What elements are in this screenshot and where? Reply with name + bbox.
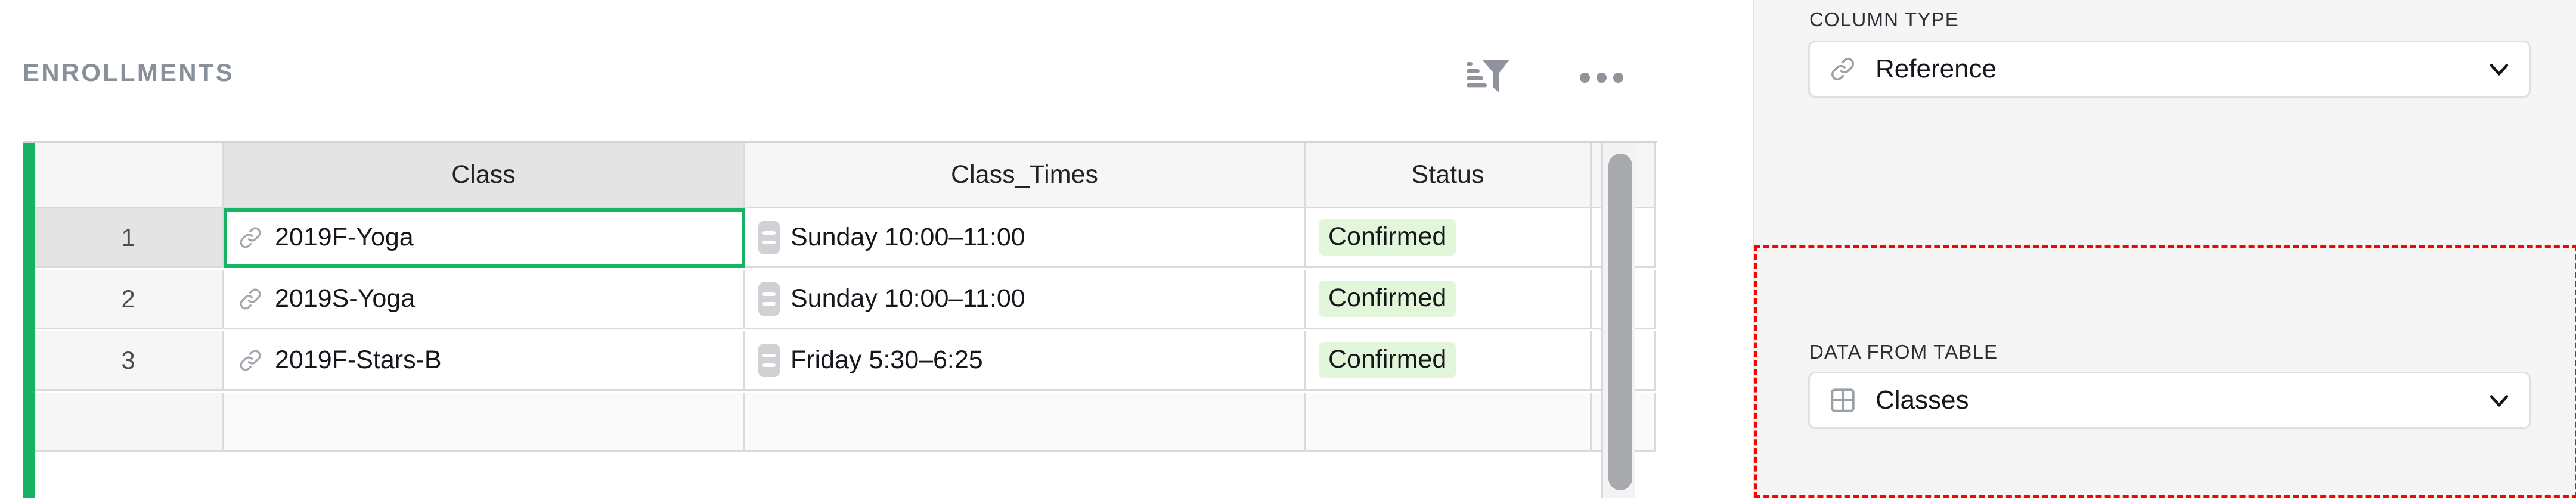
status-badge: Confirmed <box>1319 219 1456 256</box>
menu-dot <box>1596 72 1607 83</box>
widget-header: ENROLLMENTS <box>0 48 1717 101</box>
chevron-down-icon <box>2490 395 2509 407</box>
column-type-value: Reference <box>1876 54 1997 83</box>
cell-class[interactable]: 2019S-Yoga <box>224 270 745 329</box>
table-row[interactable]: 3 2019F-Stars-B Friday 5:30–6:25 Confirm <box>35 331 1657 391</box>
status-badge: Confirmed <box>1319 342 1456 378</box>
column-header-class-times[interactable]: Class_Times <box>745 143 1306 208</box>
table-row[interactable] <box>35 393 1657 452</box>
cell-class-times-text: Friday 5:30–6:25 <box>791 346 983 374</box>
chevron-down-icon <box>2490 64 2509 76</box>
cell-class[interactable]: 2019F-Yoga <box>224 208 745 268</box>
row-number[interactable] <box>35 393 224 452</box>
choice-list-icon <box>758 343 780 377</box>
cell-status[interactable]: Confirmed <box>1306 331 1592 391</box>
column-header-status[interactable]: Status <box>1306 143 1592 208</box>
cell-class-times-text: Sunday 10:00–11:00 <box>791 223 1025 251</box>
cell-class-text: 2019S-Yoga <box>275 284 416 313</box>
sort-filter-icon[interactable] <box>1461 50 1515 105</box>
cell-status[interactable]: Confirmed <box>1306 208 1592 268</box>
enrollments-widget: ENROLLMENTS Class Class_Times Status 1 2… <box>0 0 1753 498</box>
menu-dot <box>1579 72 1590 83</box>
screenshot-root: ENROLLMENTS Class Class_Times Status 1 2… <box>0 0 2576 498</box>
link-icon <box>240 350 261 371</box>
cell-class-times-text: Sunday 10:00–11:00 <box>791 284 1025 313</box>
cell-class-times[interactable]: Friday 5:30–6:25 <box>745 331 1306 391</box>
more-options-icon[interactable] <box>1574 50 1629 105</box>
cell-class-times[interactable]: Sunday 10:00–11:00 <box>745 208 1306 268</box>
data-from-table-section: DATA FROM TABLE Classes <box>1754 245 2576 498</box>
vertical-scrollbar[interactable] <box>1601 141 1635 498</box>
row-number[interactable]: 1 <box>35 208 224 268</box>
row-number[interactable]: 2 <box>35 270 224 329</box>
choice-list-icon <box>758 220 780 254</box>
cell-class-times[interactable]: Sunday 10:00–11:00 <box>745 270 1306 329</box>
link-icon <box>240 288 261 309</box>
cell-status[interactable]: Confirmed <box>1306 270 1592 329</box>
widget-active-rail <box>23 143 35 498</box>
header-rownum <box>35 143 224 208</box>
column-inspector-panel: COLUMN TYPE Reference DATA FROM TABLE Cl… <box>1753 0 2576 498</box>
cell-class[interactable] <box>224 393 745 452</box>
cell-class-text: 2019F-Stars-B <box>275 346 442 374</box>
column-type-dropdown[interactable]: Reference <box>1808 41 2531 98</box>
data-from-table-label: DATA FROM TABLE <box>1809 341 1998 363</box>
link-icon <box>240 227 261 248</box>
cell-class-times[interactable] <box>745 393 1306 452</box>
grid-inner: Class Class_Times Status 1 2019F-Yoga Su… <box>35 143 1657 498</box>
table-row[interactable]: 2 2019S-Yoga Sunday 10:00–11:00 Confirme <box>35 270 1657 329</box>
grid-header-row: Class Class_Times Status <box>35 143 1657 208</box>
scrollbar-thumb[interactable] <box>1608 154 1632 490</box>
cell-class-text: 2019F-Yoga <box>275 223 414 251</box>
column-header-class[interactable]: Class <box>224 143 745 208</box>
cell-class[interactable]: 2019F-Stars-B <box>224 331 745 391</box>
row-number[interactable]: 3 <box>35 331 224 391</box>
table-row[interactable]: 1 2019F-Yoga Sunday 10:00–11:00 Confirme <box>35 208 1657 268</box>
data-from-table-value: Classes <box>1876 385 1969 415</box>
data-from-table-dropdown[interactable]: Classes <box>1808 372 2531 429</box>
choice-list-icon <box>758 282 780 316</box>
menu-dot <box>1613 72 1623 83</box>
link-icon <box>1831 58 1854 80</box>
page-title: ENROLLMENTS <box>23 58 234 86</box>
table-grid-icon <box>1831 388 1855 412</box>
status-badge: Confirmed <box>1319 281 1456 317</box>
cell-status[interactable] <box>1306 393 1592 452</box>
column-type-label: COLUMN TYPE <box>1809 8 1959 30</box>
data-grid: Class Class_Times Status 1 2019F-Yoga Su… <box>23 141 1657 498</box>
